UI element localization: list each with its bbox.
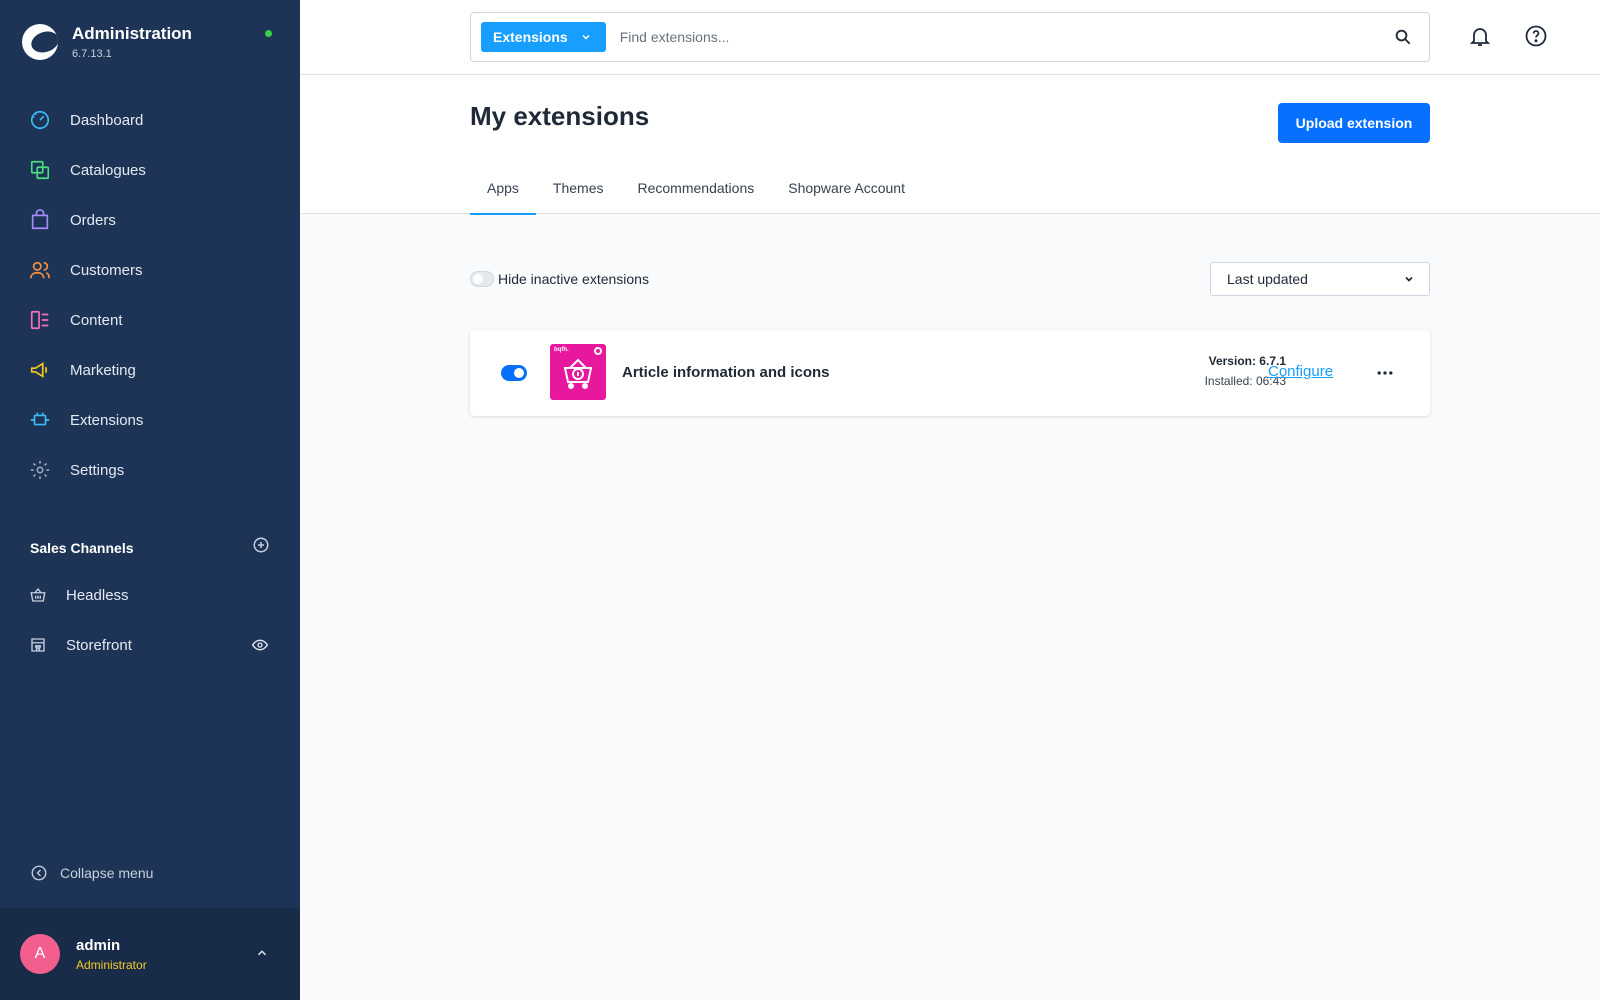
- sidebar-item-marketing[interactable]: Marketing: [0, 345, 300, 395]
- configure-link[interactable]: Configure: [1268, 363, 1333, 380]
- page-title: My extensions: [470, 101, 650, 131]
- extension-icon-tag: bqfh.: [554, 347, 569, 353]
- bell-icon[interactable]: [1468, 24, 1492, 53]
- catalogue-icon: [28, 158, 52, 182]
- topbar: Extensions: [300, 0, 1600, 75]
- chevron-left-circle-icon: [30, 864, 48, 882]
- settings-icon: [28, 458, 52, 482]
- sidebar-item-label: Settings: [70, 461, 125, 479]
- hide-inactive-label: Hide inactive extensions: [498, 271, 649, 287]
- sidebar-item-orders[interactable]: Orders: [0, 195, 300, 245]
- extension-card: bqfh. Article information and icons Vers…: [470, 330, 1430, 416]
- search-bar: Extensions: [470, 12, 1430, 62]
- dashboard-icon: [28, 108, 52, 132]
- user-role: Administrator: [76, 957, 147, 972]
- storefront-icon: [28, 635, 48, 655]
- sidebar-item-label: Content: [70, 311, 123, 329]
- search-type-label: Extensions: [493, 29, 568, 45]
- eye-icon[interactable]: [251, 637, 269, 657]
- user-name: admin: [76, 936, 121, 954]
- sidebar-item-dashboard[interactable]: Dashboard: [0, 95, 300, 145]
- marketing-icon: [28, 358, 52, 382]
- extension-icon: bqfh.: [550, 344, 606, 400]
- sidebar-item-catalogues[interactable]: Catalogues: [0, 145, 300, 195]
- add-sales-channel-icon[interactable]: [252, 536, 270, 559]
- sidebar-item-content[interactable]: Content: [0, 295, 300, 345]
- chevron-up-icon[interactable]: [255, 946, 269, 965]
- search-type-dropdown[interactable]: Extensions: [481, 22, 606, 52]
- tab-shopware-account[interactable]: Shopware Account: [771, 173, 922, 214]
- tab-apps[interactable]: Apps: [470, 173, 536, 215]
- sales-channel-label: Storefront: [66, 636, 132, 654]
- sidebar-item-label: Customers: [70, 261, 143, 279]
- sales-channels-list: Headless Storefront: [0, 570, 300, 670]
- basket-icon: [28, 585, 48, 605]
- app-title: Administration: [72, 24, 192, 43]
- tabs: Apps Themes Recommendations Shopware Acc…: [470, 173, 922, 215]
- sales-channels-title: Sales Channels: [30, 539, 134, 556]
- filter-row: Hide inactive extensions Last updated: [470, 262, 1430, 296]
- search-icon[interactable]: [1391, 25, 1415, 49]
- sidebar-item-customers[interactable]: Customers: [0, 245, 300, 295]
- content-icon: [28, 308, 52, 332]
- more-options-icon[interactable]: [1375, 363, 1395, 383]
- extensions-icon: [28, 408, 52, 432]
- sidebar-item-label: Marketing: [70, 361, 136, 379]
- sort-select[interactable]: Last updated: [1210, 262, 1430, 296]
- hide-inactive-toggle[interactable]: [470, 271, 494, 287]
- help-icon[interactable]: [1524, 24, 1548, 53]
- shopware-logo: [22, 24, 58, 60]
- status-dot: [265, 30, 272, 37]
- tab-themes[interactable]: Themes: [536, 173, 621, 214]
- extension-name: Article information and icons: [622, 364, 830, 381]
- customers-icon: [28, 258, 52, 282]
- search-input[interactable]: [619, 29, 1391, 45]
- sidebar-item-settings[interactable]: Settings: [0, 445, 300, 495]
- user-menu[interactable]: A admin Administrator: [0, 908, 300, 1000]
- collapse-menu-label: Collapse menu: [60, 865, 154, 881]
- brand[interactable]: Administration 6.7.13.1: [22, 24, 192, 60]
- page-header: My extensions Upload extension Apps Them…: [300, 75, 1600, 215]
- extension-installed: Installed: 06:43: [1204, 374, 1286, 388]
- avatar: A: [20, 934, 60, 974]
- collapse-menu-button[interactable]: Collapse menu: [30, 864, 153, 882]
- sidebar-item-label: Catalogues: [70, 161, 146, 179]
- extension-meta: Version: 6.7.1 Installed: 06:43: [1100, 354, 1286, 388]
- tab-recommendations[interactable]: Recommendations: [621, 173, 772, 214]
- chevron-down-icon: [1403, 273, 1415, 285]
- orders-icon: [28, 208, 52, 232]
- sales-channels-header: Sales Channels: [30, 536, 270, 559]
- app-version: 6.7.13.1: [72, 48, 112, 60]
- sales-channel-storefront[interactable]: Storefront: [0, 620, 300, 670]
- sidebar-item-label: Dashboard: [70, 111, 144, 129]
- sidebar-item-label: Extensions: [70, 411, 144, 429]
- extension-version: Version: 6.7.1: [1208, 354, 1286, 368]
- sidebar-item-extensions[interactable]: Extensions: [0, 395, 300, 445]
- sidebar: Administration 6.7.13.1 Dashboard Catalo…: [0, 0, 300, 1000]
- sort-value: Last updated: [1227, 271, 1308, 287]
- main-nav: Dashboard Catalogues Orders Customers Co…: [0, 95, 300, 495]
- sales-channel-headless[interactable]: Headless: [0, 570, 300, 620]
- upload-extension-button[interactable]: Upload extension: [1278, 103, 1430, 143]
- extension-active-toggle[interactable]: [501, 365, 527, 381]
- sales-channel-label: Headless: [66, 586, 129, 604]
- sidebar-item-label: Orders: [70, 211, 116, 229]
- chevron-down-icon: [580, 31, 592, 43]
